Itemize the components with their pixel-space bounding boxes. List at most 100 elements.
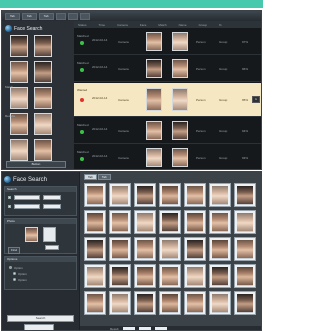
face-tile[interactable] — [134, 291, 156, 315]
row-time: 2012-02-14 — [92, 65, 108, 69]
results-table: Status Time Camera Face Match Name Group… — [74, 21, 261, 169]
face-thumbnail[interactable] — [34, 139, 52, 161]
face-tile[interactable] — [109, 237, 131, 261]
face-tile[interactable] — [234, 210, 256, 234]
face-tile[interactable] — [84, 237, 106, 261]
input-field[interactable] — [43, 204, 61, 209]
captured-face[interactable] — [146, 148, 162, 167]
face-tile[interactable] — [209, 291, 231, 315]
face-tile[interactable] — [209, 210, 231, 234]
column-header[interactable]: Face — [140, 23, 147, 27]
radio-button[interactable] — [13, 278, 16, 281]
radio-button[interactable] — [9, 266, 12, 269]
column-header[interactable]: Name — [179, 23, 187, 27]
menu-tab[interactable]: Tab — [5, 12, 20, 20]
radio-button[interactable] — [13, 272, 16, 275]
table-row[interactable]: Matched 2012-02-14 Camera Person Group 9… — [74, 56, 261, 82]
gallery-footer: Result — [80, 326, 261, 330]
find-button[interactable]: Find — [8, 247, 20, 254]
captured-face[interactable] — [146, 88, 162, 111]
face-tile[interactable] — [234, 237, 256, 261]
menu-tab[interactable] — [67, 12, 78, 20]
gallery-tab[interactable]: Tab — [84, 174, 97, 180]
captured-face[interactable] — [146, 32, 162, 51]
face-tile[interactable] — [184, 291, 206, 315]
menu-tab[interactable]: Tab — [38, 12, 54, 20]
face-tile[interactable] — [209, 264, 231, 288]
matched-face[interactable] — [172, 148, 188, 167]
column-header[interactable]: Camera — [117, 23, 128, 27]
column-header[interactable]: Group — [199, 23, 207, 27]
footer-field[interactable] — [138, 327, 151, 330]
face-thumbnail[interactable] — [10, 35, 28, 57]
action-button[interactable]: Button — [6, 161, 66, 168]
face-tile[interactable] — [109, 210, 131, 234]
face-tile[interactable] — [109, 183, 131, 207]
search-button[interactable]: Search — [7, 315, 74, 322]
input-field[interactable] — [43, 195, 61, 200]
menu-tab[interactable] — [79, 12, 90, 20]
face-thumbnail[interactable] — [34, 61, 52, 83]
input-field[interactable] — [14, 204, 40, 209]
face-tile[interactable] — [184, 183, 206, 207]
face-tile[interactable] — [234, 183, 256, 207]
column-header[interactable]: Match — [158, 23, 166, 27]
matched-face[interactable] — [172, 121, 188, 140]
input-field[interactable] — [14, 195, 40, 200]
face-tile[interactable] — [159, 291, 181, 315]
face-thumbnail[interactable] — [10, 61, 28, 83]
captured-face[interactable] — [146, 59, 162, 78]
face-thumbnail[interactable] — [34, 87, 52, 109]
face-thumbnail[interactable] — [10, 139, 28, 161]
status-dot-icon — [80, 130, 84, 134]
face-tile[interactable] — [184, 264, 206, 288]
face-tile[interactable] — [109, 264, 131, 288]
face-tile[interactable] — [234, 264, 256, 288]
face-tile[interactable] — [234, 291, 256, 315]
footer-field[interactable] — [122, 327, 135, 330]
matched-face[interactable] — [172, 88, 188, 111]
column-header[interactable]: Time — [99, 23, 106, 27]
column-header[interactable]: Status — [78, 23, 87, 27]
checkbox[interactable] — [8, 196, 11, 199]
face-tile[interactable] — [84, 291, 106, 315]
face-tile[interactable] — [84, 264, 106, 288]
captured-face[interactable] — [146, 121, 162, 140]
photo-slot[interactable] — [43, 227, 56, 242]
face-tile[interactable] — [159, 183, 181, 207]
face-tile[interactable] — [159, 210, 181, 234]
table-row[interactable]: Matched 2012-02-14 Camera Person Group 9… — [74, 29, 261, 55]
face-tile[interactable] — [184, 237, 206, 261]
face-tile[interactable] — [209, 183, 231, 207]
menu-tab[interactable] — [55, 12, 66, 20]
face-tile[interactable] — [134, 210, 156, 234]
tile-caption — [237, 204, 253, 205]
matched-face[interactable] — [172, 59, 188, 78]
face-tile[interactable] — [134, 237, 156, 261]
checkbox[interactable] — [8, 205, 11, 208]
threshold-field[interactable] — [45, 245, 59, 250]
menu-tab[interactable]: Tab — [21, 12, 37, 20]
face-tile[interactable] — [159, 237, 181, 261]
query-face[interactable] — [25, 227, 38, 242]
face-photo — [162, 213, 178, 231]
row-badge[interactable]: 1 — [252, 96, 260, 103]
face-thumbnail[interactable] — [10, 87, 28, 109]
table-row[interactable]: Matched 2012-02-14 Camera Person Group 9… — [74, 145, 261, 169]
footer-field[interactable] — [154, 327, 167, 330]
matched-face[interactable] — [172, 32, 188, 51]
face-tile[interactable] — [134, 264, 156, 288]
face-tile[interactable] — [109, 291, 131, 315]
face-tile[interactable] — [134, 183, 156, 207]
column-header[interactable]: % — [219, 23, 222, 27]
face-tile[interactable] — [84, 210, 106, 234]
face-tile[interactable] — [84, 183, 106, 207]
face-tile[interactable] — [209, 237, 231, 261]
face-tile[interactable] — [184, 210, 206, 234]
face-thumbnail[interactable] — [34, 35, 52, 57]
table-row-highlighted[interactable]: Wanted 2012-02-14 Camera Person Group 95… — [74, 83, 261, 117]
gallery-tab[interactable]: Tab — [97, 174, 111, 180]
small-button[interactable] — [24, 324, 54, 330]
face-tile[interactable] — [159, 264, 181, 288]
table-row[interactable]: Matched 2012-02-14 Camera Person Group 9… — [74, 118, 261, 144]
